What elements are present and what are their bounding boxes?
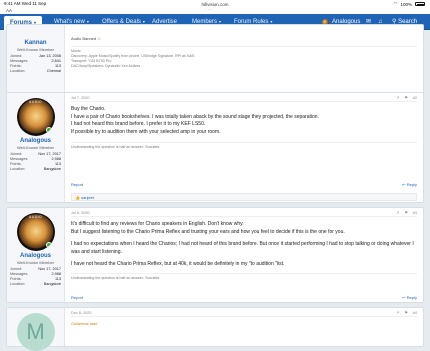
post-header: Dec 8, 2020 ↗ ⚑ #4	[71, 310, 417, 317]
message-column: Jul 7, 2020 ↗ ⚑ #2 Buy the Chario. I hav…	[65, 93, 423, 202]
battery-percent: 100%	[400, 1, 412, 7]
avatar[interactable]: AUDIO	[16, 98, 55, 136]
post-date[interactable]: Jul 8, 2020	[71, 210, 90, 218]
report-link[interactable]: Report	[71, 181, 83, 189]
wifi-icon: ◠	[393, 1, 398, 6]
battery-icon	[415, 2, 425, 6]
reply-button[interactable]: ↩ Reply	[402, 294, 417, 302]
user-title: Well-Known Member	[16, 145, 55, 150]
online-indicator	[45, 242, 52, 248]
message-text: It's difficult to find any reviews for C…	[71, 221, 414, 267]
post-date[interactable]: Dec 8, 2020	[71, 310, 91, 318]
user-info: M	[7, 308, 65, 351]
url-text[interactable]: hifivision.com	[0, 2, 430, 7]
bookmark-icon[interactable]: ⚑	[404, 210, 407, 218]
username[interactable]: Analogous	[10, 138, 61, 144]
signature: Understanding the question is half an an…	[71, 142, 417, 150]
message-column: Dec 8, 2020 ↗ ⚑ #4 Goldenear said: ·	[65, 308, 423, 346]
online-indicator	[45, 127, 52, 133]
thumbs-up-icon: 👍	[75, 195, 80, 200]
signature: Music: Discovery: Apple Music/Spotify fr…	[71, 45, 417, 69]
quote-header[interactable]: Goldenear said: ·	[71, 321, 417, 329]
post-header: Jul 8, 2020 ↗ ⚑ #3	[71, 210, 417, 217]
bookmark-icon[interactable]: ⚑	[404, 310, 407, 318]
share-icon[interactable]: ↗	[396, 95, 399, 103]
post-2: AUDIO Analogous Well-Known Member Joined…	[6, 92, 424, 203]
message-text: Audio Banned ☺	[71, 36, 102, 41]
post-number[interactable]: #3	[413, 210, 417, 218]
status-right: ◠ 100%	[394, 1, 425, 7]
share-icon[interactable]: ↗	[396, 310, 399, 318]
post-header: Jul 7, 2020 ↗ ⚑ #2	[71, 95, 417, 102]
post-3: AUDIO Analogous Well-Known Member Joined…	[6, 207, 424, 303]
avatar[interactable]: AUDIO	[16, 213, 55, 251]
smiley-icon: ☺	[97, 36, 102, 41]
stat-location: Location: Chennai	[10, 69, 61, 73]
status-bar: 9:41 AM Wed 11 Sep hifivision.com ◠ 100%	[0, 0, 430, 8]
username[interactable]: Analogous	[10, 253, 61, 259]
message-column: Jul 8, 2020 ↗ ⚑ #3 It's difficult to fin…	[65, 208, 423, 302]
stat-location: Location: Bangalore	[10, 167, 61, 171]
username[interactable]: Kannan	[10, 40, 61, 46]
stat-location: Location: Bangalore	[10, 282, 61, 286]
user-title: Well-Known Member	[16, 260, 55, 265]
post-date[interactable]: Jul 7, 2020	[71, 95, 90, 103]
reader-aa-button[interactable]: AA	[6, 8, 12, 13]
reply-icon: ↩	[402, 295, 406, 300]
user-info: AUDIO Analogous Well-Known Member Joined…	[7, 208, 65, 302]
user-title: Well-Known Member	[16, 47, 55, 52]
post-number[interactable]: #2	[413, 95, 417, 103]
bookmark-icon[interactable]: ⚑	[404, 95, 407, 103]
message-text: Buy the Chario. I have a pair of Chario …	[71, 106, 319, 135]
reaction-bar[interactable]: 👍 sanjeet	[71, 193, 417, 201]
signature: Understanding the question is half an an…	[71, 272, 417, 281]
tabs-dots-icon[interactable]: ···	[205, 7, 213, 13]
post-number[interactable]: #4	[413, 310, 417, 318]
avatar[interactable]: M	[16, 313, 55, 351]
report-link[interactable]: Report	[71, 294, 83, 302]
post-4: M Dec 8, 2020 ↗ ⚑ #4 Goldenear said: ·	[6, 307, 424, 351]
user-info: AUDIO Analogous Well-Known Member Joined…	[7, 93, 65, 202]
reply-icon: ↩	[402, 182, 406, 187]
reply-button[interactable]: ↩ Reply	[402, 181, 417, 189]
share-icon[interactable]: ↗	[396, 210, 399, 218]
